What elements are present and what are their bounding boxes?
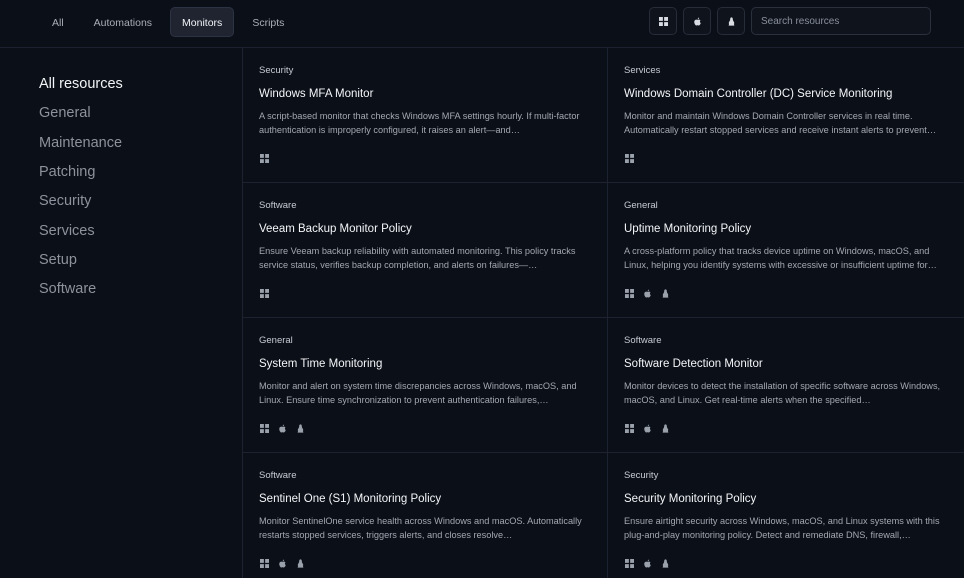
resource-card[interactable]: Security Security Monitoring Policy Ensure… <box>608 453 964 578</box>
card-platforms <box>259 558 305 568</box>
card-title: Veeam Backup Monitor Policy <box>259 223 412 235</box>
linux-icon <box>660 558 670 568</box>
card-platforms <box>259 153 269 163</box>
apple-icon <box>642 423 652 433</box>
windows-icon <box>259 153 269 163</box>
resource-card[interactable]: General Uptime Monitoring Policy A cross-p… <box>608 183 964 318</box>
card-title: Sentinel One (S1) Monitoring Policy <box>259 493 442 505</box>
card-platforms <box>259 288 269 298</box>
windows-filter-button[interactable] <box>649 7 677 35</box>
linux-icon <box>295 423 305 433</box>
windows-icon <box>624 558 634 568</box>
tab-scripts[interactable]: Scripts <box>240 7 296 37</box>
windows-icon <box>259 288 269 298</box>
linux-icon <box>295 558 305 568</box>
card-platforms <box>624 558 670 568</box>
category-sidebar: All resources General Maintenance Patchi… <box>0 49 242 578</box>
sidebar-item-general[interactable]: General <box>39 105 91 121</box>
card-description: Monitor and maintain Windows Domain Cont… <box>624 111 937 135</box>
apple-icon <box>642 558 652 568</box>
card-category: Software <box>259 200 297 211</box>
resource-card[interactable]: Software Software Detection Monitor Monito… <box>608 318 964 453</box>
apple-filter-button[interactable] <box>683 7 711 35</box>
windows-icon <box>259 423 269 433</box>
apple-icon <box>692 16 702 26</box>
tab-automations[interactable]: Automations <box>82 7 164 37</box>
resource-card[interactable]: Services Windows Domain Controller (DC) S… <box>608 48 964 183</box>
sidebar-item-maintenance[interactable]: Maintenance <box>39 135 122 151</box>
card-title: Uptime Monitoring Policy <box>624 223 752 235</box>
tab-all[interactable]: All <box>40 7 76 37</box>
card-platforms <box>624 288 670 298</box>
sidebar-item-software[interactable]: Software <box>39 281 96 297</box>
windows-icon <box>624 153 634 163</box>
card-platforms <box>624 423 670 433</box>
windows-icon <box>624 288 634 298</box>
windows-icon <box>658 16 668 26</box>
windows-icon <box>624 423 634 433</box>
windows-icon <box>259 558 269 568</box>
sidebar-item-security[interactable]: Security <box>39 193 91 209</box>
card-category: Software <box>259 470 297 481</box>
card-description: A script-based monitor that checks Windo… <box>259 111 580 135</box>
card-description: Monitor and alert on system time discrep… <box>259 381 577 405</box>
card-platforms <box>624 153 634 163</box>
card-description: Ensure airtight security across Windows,… <box>624 516 940 540</box>
card-category: General <box>259 335 293 346</box>
linux-icon <box>660 288 670 298</box>
card-category: Software <box>624 335 662 346</box>
resource-grid: Security Windows MFA Monitor A script-base… <box>242 48 964 578</box>
card-category: Services <box>624 65 661 76</box>
tab-monitors[interactable]: Monitors <box>170 7 235 37</box>
resource-card[interactable]: Software Sentinel One (S1) Monitoring Pol… <box>243 453 608 578</box>
platform-filters <box>649 7 931 35</box>
sidebar-item-all-resources[interactable]: All resources <box>39 76 123 92</box>
card-description: A cross-platform policy that tracks devi… <box>624 246 937 270</box>
linux-filter-button[interactable] <box>717 7 745 35</box>
apple-icon <box>642 288 652 298</box>
sidebar-item-setup[interactable]: Setup <box>39 252 77 268</box>
card-category: Security <box>624 470 659 481</box>
search-input[interactable] <box>751 7 931 35</box>
linux-icon <box>660 423 670 433</box>
card-platforms <box>259 423 305 433</box>
card-category: Security <box>259 65 294 76</box>
card-description: Monitor SentinelOne service health acros… <box>259 516 582 540</box>
card-title: System Time Monitoring <box>259 358 383 370</box>
card-title: Windows MFA Monitor <box>259 88 374 100</box>
card-category: General <box>624 200 658 211</box>
card-title: Security Monitoring Policy <box>624 493 757 505</box>
resource-type-tabs: All Automations Monitors Scripts <box>40 7 296 37</box>
sidebar-item-patching[interactable]: Patching <box>39 164 95 180</box>
apple-icon <box>277 423 287 433</box>
sidebar-item-services[interactable]: Services <box>39 223 95 239</box>
card-title: Software Detection Monitor <box>624 358 763 370</box>
card-description: Monitor devices to detect the installati… <box>624 381 941 405</box>
top-bar: All Automations Monitors Scripts <box>0 0 964 48</box>
card-title: Windows Domain Controller (DC) Service M… <box>624 88 893 100</box>
resource-card[interactable]: General System Time Monitoring Monitor and… <box>243 318 608 453</box>
resource-card[interactable]: Software Veeam Backup Monitor Policy Ensur… <box>243 183 608 318</box>
card-description: Ensure Veeam backup reliability with aut… <box>259 246 576 270</box>
resource-card[interactable]: Security Windows MFA Monitor A script-base… <box>243 48 608 183</box>
linux-icon <box>726 16 736 26</box>
apple-icon <box>277 558 287 568</box>
